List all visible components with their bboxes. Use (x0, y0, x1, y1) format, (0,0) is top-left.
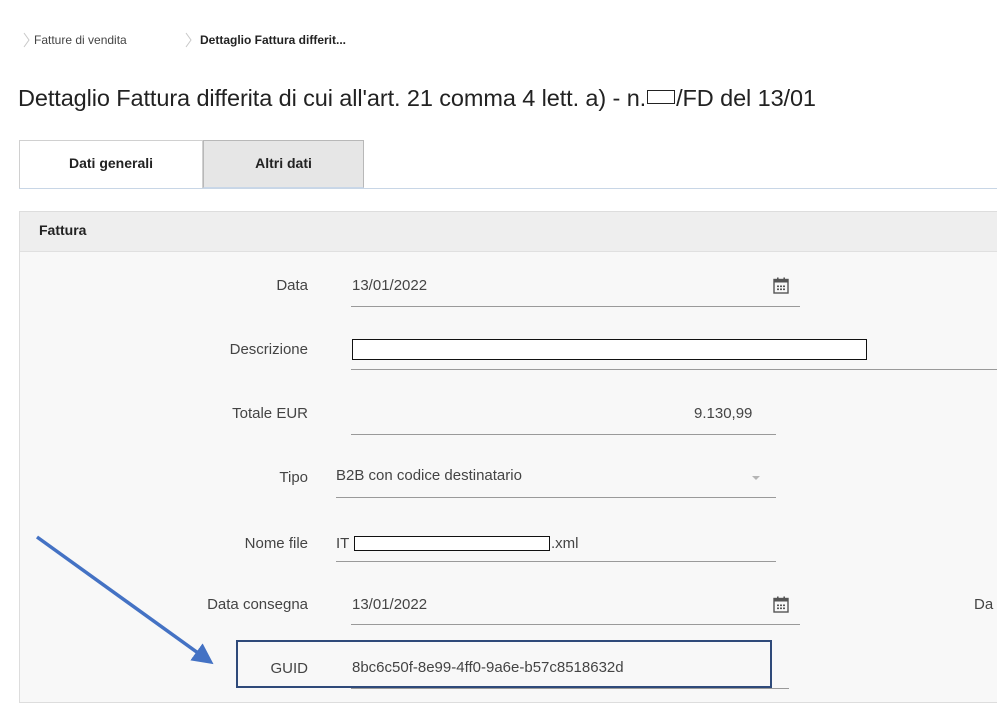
totale-label: Totale EUR (232, 405, 308, 422)
nome-file-label: Nome file (244, 535, 308, 552)
data-field[interactable]: 13/01/2022 (352, 277, 427, 294)
nome-file-prefix: IT (336, 535, 350, 552)
nome-file-redaction (354, 536, 550, 551)
data-label: Data (276, 277, 308, 294)
calendar-icon[interactable] (773, 277, 789, 294)
guid-underline (351, 688, 789, 689)
tipo-underline (336, 497, 776, 498)
nome-file-suffix: .xml (551, 535, 579, 552)
tab-divider (19, 188, 997, 189)
page-title-suffix: /FD del 13/01 (676, 85, 816, 111)
nome-file-underline (336, 561, 776, 562)
descrizione-underline (351, 369, 997, 370)
chevron-right-icon (22, 32, 32, 48)
breadcrumb-item-current: Dettaglio Fattura differit... (200, 33, 347, 47)
chevron-right-icon (184, 32, 194, 48)
tab-dati-generali[interactable]: Dati generali (19, 140, 203, 188)
data-consegna-underline (351, 624, 800, 625)
panel-title: Fattura (39, 222, 87, 238)
nome-file-field[interactable]: IT (336, 535, 349, 552)
tipo-label: Tipo (279, 469, 308, 486)
tipo-select[interactable]: B2B con codice destinatario (336, 467, 522, 484)
totale-field[interactable]: 9.130,99 (694, 405, 752, 422)
totale-underline (351, 434, 776, 435)
data-consegna-field[interactable]: 13/01/2022 (352, 596, 427, 613)
breadcrumb-item-fatture-vendita[interactable]: Fatture di vendita (34, 29, 127, 51)
panel-header: Fattura (20, 212, 997, 252)
page-title: Dettaglio Fattura differita di cui all'a… (18, 85, 816, 112)
tab-altri-dati[interactable]: Altri dati (203, 140, 364, 188)
data-underline (351, 306, 800, 307)
chevron-down-icon[interactable] (752, 476, 760, 480)
guid-highlight-box (236, 640, 772, 688)
descrizione-field[interactable] (352, 339, 867, 360)
right-column-label: Da (974, 596, 994, 613)
descrizione-label: Descrizione (229, 341, 308, 358)
redacted-number (647, 90, 676, 104)
page-title-prefix: Dettaglio Fattura differita di cui all'a… (18, 85, 647, 111)
data-consegna-label: Data consegna (207, 596, 308, 613)
calendar-icon[interactable] (773, 596, 789, 613)
